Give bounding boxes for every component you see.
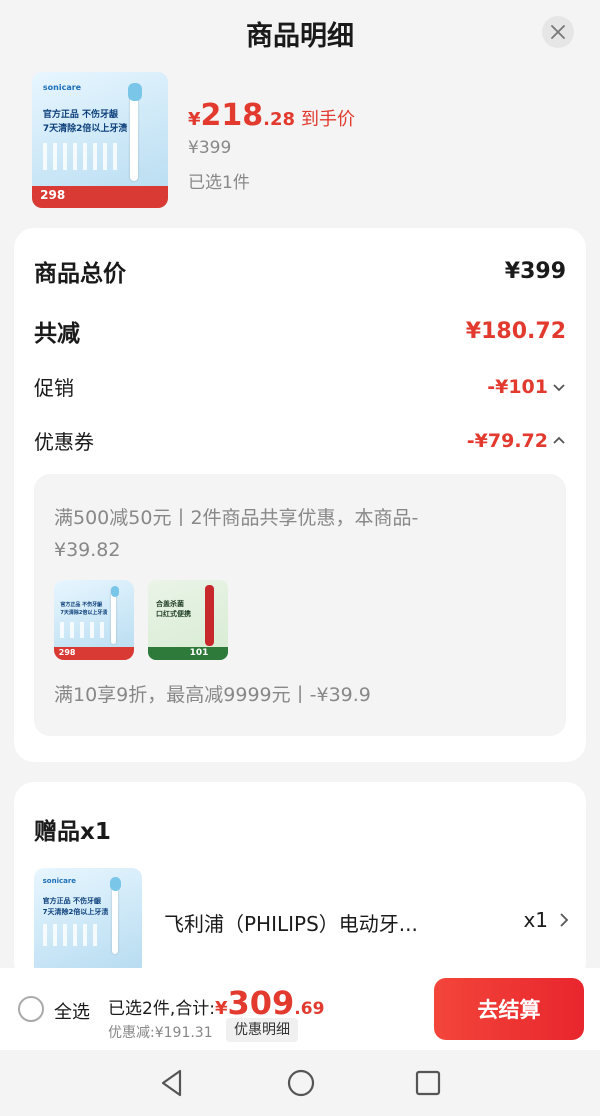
- nav-home-icon[interactable]: [286, 1068, 316, 1098]
- thumb2-device: [204, 584, 214, 646]
- checkout-button[interactable]: 去结算: [434, 978, 584, 1040]
- sum-integer: 309: [227, 984, 295, 1022]
- thumb-brush-head: [110, 876, 122, 891]
- system-nav-bar: [0, 1050, 600, 1116]
- gift-qty-value: x1: [523, 908, 548, 932]
- nav-back-icon[interactable]: [158, 1068, 186, 1098]
- reduce-label: 共减: [34, 321, 80, 347]
- chevron-up-icon: [553, 436, 565, 444]
- thumb-bottom-bar: 298: [54, 647, 134, 660]
- thumb-line2: 7天清除2倍以上牙渍: [42, 907, 109, 916]
- thumb-badge: 298: [40, 188, 66, 203]
- chevron-right-icon: [560, 913, 569, 927]
- coupon-product-thumbs: 官方正品 不伤牙龈 7天清除2倍以上牙渍 298 合盖杀菌 口红式便携 101: [54, 580, 254, 662]
- sum-decimal: .69: [294, 999, 325, 1019]
- reduce-row: 共减 ¥180.72: [34, 314, 566, 348]
- sum-label: 已选2件,合计:: [108, 999, 215, 1019]
- thumb-brush-head: [128, 82, 143, 101]
- gift-card: 赠品x1 sonicare 官方正品 不伤牙龈 7天清除2倍以上牙渍 飞利浦（P…: [14, 782, 586, 982]
- promo-label: 促销: [34, 376, 74, 400]
- coupon-detail-box: 满500减50元丨2件商品共享优惠，本商品-¥39.82 官方正品 不伤牙龈 7…: [34, 474, 566, 736]
- promo-row[interactable]: 促销 -¥101: [34, 372, 566, 401]
- promo-toggle[interactable]: -¥101: [487, 376, 566, 398]
- coupon-thumb-sterilizer[interactable]: 合盖杀菌 口红式便携 101: [148, 580, 228, 660]
- coupon-label: 优惠券: [34, 430, 94, 454]
- sum-line: 已选2件,合计:¥309.69: [108, 984, 324, 1022]
- coupon-value: -¥79.72: [466, 429, 548, 452]
- thumb-line1: 官方正品 不伤牙龈: [42, 110, 119, 121]
- thumb-brush-head: [110, 586, 119, 598]
- thumb2-bottom-bar: 101: [148, 647, 228, 660]
- price-integer: 218: [200, 98, 264, 133]
- nav-recent-icon[interactable]: [414, 1068, 442, 1098]
- gift-qty[interactable]: x1: [523, 908, 570, 932]
- thumb2-price: 101: [189, 648, 209, 659]
- discount-amount: 优惠减:¥191.31: [108, 1025, 213, 1041]
- final-price: ¥218.28 到手价: [188, 98, 355, 133]
- thumb-brand: sonicare: [42, 82, 82, 92]
- coupon-thumb-toothbrush-heads[interactable]: 官方正品 不伤牙龈 7天清除2倍以上牙渍 298: [54, 580, 134, 660]
- sum-currency: ¥: [214, 998, 228, 1019]
- close-button[interactable]: [542, 16, 574, 48]
- total-label: 商品总价: [34, 261, 126, 287]
- coupon-detail-line1: 满500减50元丨2件商品共享优惠，本商品-¥39.82: [54, 507, 419, 561]
- price-currency: ¥: [188, 109, 201, 130]
- promo-value: -¥101: [487, 375, 548, 398]
- gift-title: 赠品x1: [34, 819, 111, 845]
- price-decimal: .28: [263, 109, 296, 130]
- thumb2-title: 合盖杀菌 口红式便携: [156, 600, 191, 619]
- thumb-line2: 7天清除2倍以上牙渍: [42, 123, 128, 134]
- checkout-bar: 全选 已选2件,合计:¥309.69 优惠减:¥191.31 优惠明细 去结算: [0, 968, 600, 1050]
- coupon-toggle[interactable]: -¥79.72: [467, 430, 566, 452]
- gift-name[interactable]: 飞利浦（PHILIPS）电动牙...: [164, 908, 418, 937]
- total-row: 商品总价 ¥399: [34, 254, 566, 288]
- coupon-row[interactable]: 优惠券 -¥79.72: [34, 426, 566, 455]
- price-label: 到手价: [301, 109, 356, 130]
- select-all-label[interactable]: 全选: [54, 998, 90, 1024]
- chevron-down-icon: [553, 383, 565, 391]
- thumb-line1: 官方正品 不伤牙龈: [60, 601, 103, 608]
- reduce-value: ¥180.72: [465, 318, 566, 344]
- total-value: ¥399: [504, 258, 566, 284]
- thumb-line1: 官方正品 不伤牙龈: [42, 897, 102, 906]
- page-title: 商品明细: [246, 21, 354, 52]
- original-price: ¥399: [188, 138, 232, 158]
- select-all-radio[interactable]: [18, 996, 44, 1022]
- thumb-bottom-bar: 298: [32, 186, 168, 208]
- thumb-brush-heads: [60, 621, 105, 638]
- gift-image[interactable]: sonicare 官方正品 不伤牙龈 7天清除2倍以上牙渍: [34, 868, 142, 976]
- thumb-badge: 298: [58, 648, 76, 658]
- close-icon: [551, 25, 565, 39]
- thumb-line2: 7天清除2倍以上牙渍: [60, 609, 108, 616]
- discount-detail-button[interactable]: 优惠明细: [226, 1018, 298, 1042]
- product-summary: sonicare 官方正品 不伤牙龈 7天清除2倍以上牙渍 298 ¥218.2…: [32, 72, 572, 212]
- thumb-brand: sonicare: [42, 876, 77, 885]
- selected-count: 已选1件: [188, 173, 250, 193]
- thumb-brush-heads: [42, 924, 103, 946]
- price-breakdown-card: 商品总价 ¥399 共减 ¥180.72 促销 -¥101 优惠券 -¥79.7…: [14, 228, 586, 762]
- coupon-detail-line2: 满10享9折，最高减9999元丨-¥39.9: [54, 684, 371, 706]
- product-image[interactable]: sonicare 官方正品 不伤牙龈 7天清除2倍以上牙渍 298: [32, 72, 168, 208]
- thumb-brush-heads: [42, 142, 118, 170]
- header: 商品明细: [0, 0, 600, 66]
